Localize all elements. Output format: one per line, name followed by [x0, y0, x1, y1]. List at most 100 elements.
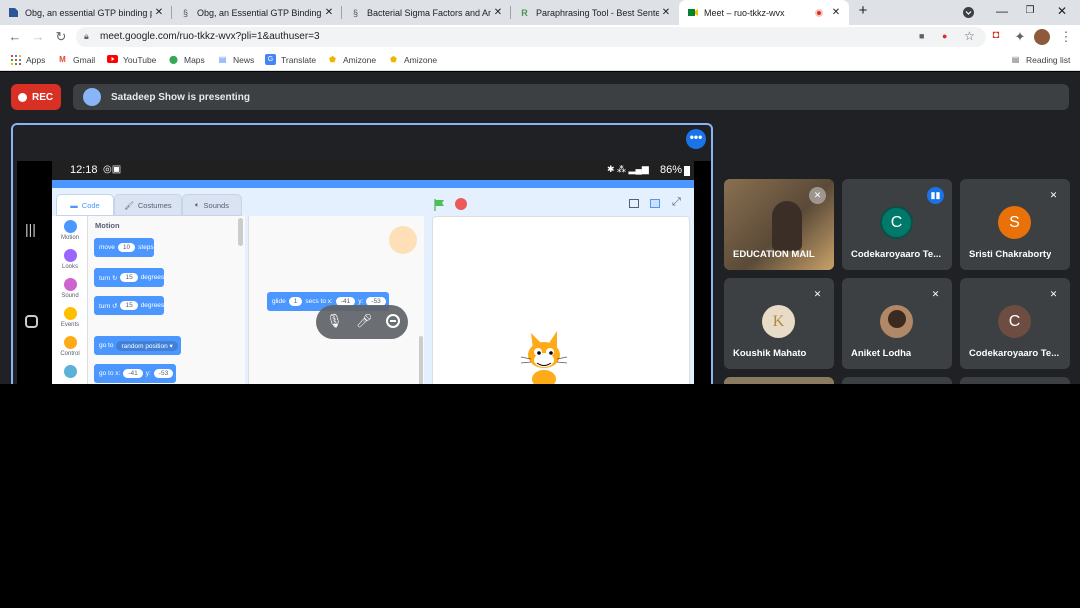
restore-icon[interactable]: ❐: [1020, 5, 1040, 16]
minus-circle-icon[interactable]: [386, 314, 400, 328]
tab-4-active[interactable]: Meet – ruo-tkkz-wvx ✕: [679, 0, 849, 25]
bookmark-maps[interactable]: ⬤ Maps: [168, 54, 205, 65]
scratch-stage[interactable]: [432, 216, 690, 384]
address-bar[interactable]: 🔒︎ meet.google.com/ruo-tkkz-wvx?pli=1&au…: [76, 27, 986, 47]
forward-arrow-icon[interactable]: →: [30, 29, 46, 44]
tab-code[interactable]: ▬ Code: [56, 194, 114, 216]
category-sensing[interactable]: [52, 365, 88, 380]
window-close-icon[interactable]: ✕: [1052, 4, 1072, 18]
category-sound[interactable]: Sound: [52, 278, 88, 299]
phone-screen: ||| 12:18 ◎▣ ✱ ⁂ ▂▄▆ 86% ▬ Code 🖌︎ Costume…: [17, 161, 711, 384]
profile-avatar[interactable]: [1034, 29, 1050, 45]
bookmark-star-icon[interactable]: ☆: [964, 29, 975, 43]
small-stage-icon[interactable]: [629, 199, 639, 208]
participant-tile-education-mail[interactable]: ✕ EDUCATION MAIL: [724, 179, 834, 270]
close-icon[interactable]: ✕: [322, 7, 336, 18]
block-turn-right[interactable]: turn ↻ 15 degrees: [94, 268, 165, 287]
block-go-to-xy[interactable]: go to x: -41 y: -53: [94, 364, 177, 383]
extensions-puzzle-icon[interactable]: ✦: [1012, 29, 1028, 45]
bookmark-gmail[interactable]: M Gmail: [57, 54, 95, 65]
category-list: Motion Looks Sound Events Control: [52, 216, 88, 384]
tab-search-chevron-icon[interactable]: [958, 7, 978, 20]
scratch-cat-sprite[interactable]: [519, 327, 571, 384]
category-control[interactable]: Control: [52, 336, 88, 357]
tab-0[interactable]: Obg, an essential GTP binding p ✕: [0, 0, 172, 25]
participant-tile-sristi[interactable]: S ✕ Sristi Chakraborty: [960, 179, 1070, 270]
category-motion[interactable]: Motion: [52, 220, 88, 241]
bookmark-news[interactable]: ▤ News: [217, 54, 255, 65]
participant-tile-aniket[interactable]: ✕ Aniket Lodha: [842, 278, 952, 369]
block-value[interactable]: 15: [120, 301, 138, 310]
block-value[interactable]: 15: [120, 273, 138, 282]
palette-scrollbar[interactable]: [238, 218, 243, 246]
blank-black-area: [0, 384, 1080, 608]
reload-icon[interactable]: ↻: [53, 29, 69, 45]
pocket-extension-icon[interactable]: ◘: [988, 29, 1004, 41]
mic-icon[interactable]: 🎤︎: [356, 313, 373, 329]
block-value[interactable]: 10: [117, 243, 136, 252]
stop-sign-icon[interactable]: [455, 198, 467, 210]
presenting-banner: Satadeep Show is presenting: [73, 84, 1069, 110]
tab-costumes[interactable]: 🖌︎ Costumes: [114, 194, 182, 216]
participant-tile-codekaroyaaro-1[interactable]: C ▮▮ Codekaroyaaro Te...: [842, 179, 952, 270]
android-recents-icon[interactable]: |||: [25, 221, 36, 237]
workspace-scrollbar[interactable]: [419, 336, 423, 384]
category-events[interactable]: Events: [52, 307, 88, 328]
block-dropdown[interactable]: random position ▾: [116, 340, 178, 351]
close-icon[interactable]: ✕: [829, 7, 843, 18]
quillbot-favicon-icon: R: [521, 7, 528, 18]
participant-tile-koushik[interactable]: K ✕ Koushik Mahato: [724, 278, 834, 369]
block-text: turn ↺: [99, 302, 118, 310]
category-looks[interactable]: Looks: [52, 249, 88, 270]
shared-screen-tile[interactable]: ||| 12:18 ◎▣ ✱ ⁂ ▂▄▆ 86% ▬ Code 🖌︎ Costume…: [11, 123, 713, 384]
participant-silhouette: [772, 201, 802, 251]
new-tab-plus-icon[interactable]: +: [853, 2, 873, 19]
bookmark-amizone-1[interactable]: ⬟ Amizone: [327, 54, 376, 65]
tab-2[interactable]: § Bacterial Sigma Factors and Anti ✕: [342, 0, 511, 25]
tab-1[interactable]: § Obg, an Essential GTP Binding Pr ✕: [172, 0, 342, 25]
minimize-icon[interactable]: —: [992, 4, 1012, 18]
back-arrow-icon[interactable]: ←: [7, 29, 23, 44]
location-blocked-icon[interactable]: ●: [942, 31, 947, 41]
close-icon[interactable]: ✕: [491, 7, 505, 18]
block-text: go to x:: [99, 370, 121, 377]
translate-icon: G: [265, 54, 276, 65]
phone-time: 12:18: [70, 164, 98, 176]
mic-off-icon[interactable]: 🎙︎: [326, 313, 343, 329]
block-palette: Motion move 10 steps turn ↻ 15 degrees turn …: [88, 216, 245, 384]
participant-tile-codekaroyaaro-2[interactable]: C ✕ Codekaroyaaro Te...: [960, 278, 1070, 369]
participant-tile-partial[interactable]: [960, 377, 1070, 384]
url-text[interactable]: meet.google.com/ruo-tkkz-wvx?pli=1&authu…: [100, 31, 320, 42]
block-value[interactable]: -53: [153, 369, 174, 378]
block-value[interactable]: 1: [288, 297, 303, 306]
reading-list-button[interactable]: ▤ Reading list: [1010, 54, 1071, 65]
fullscreen-icon[interactable]: ⤢: [672, 196, 681, 209]
participant-name: Sristi Chakraborty: [969, 249, 1052, 260]
navigation-bar: ← → ↻ 🔒︎ meet.google.com/ruo-tkkz-wvx?pl…: [0, 25, 1080, 49]
bookmark-apps[interactable]: Apps: [10, 54, 45, 65]
more-options-icon[interactable]: •••: [686, 129, 706, 149]
green-flag-icon[interactable]: [434, 198, 445, 211]
normal-stage-icon[interactable]: [650, 199, 660, 208]
participant-tile-partial[interactable]: [724, 377, 834, 384]
bookmark-youtube[interactable]: YouTube: [107, 54, 156, 65]
block-go-to-random[interactable]: go to random position ▾: [94, 336, 181, 355]
bookmark-amizone-2[interactable]: ⬟ Amizone: [388, 54, 437, 65]
tab-3[interactable]: R Paraphrasing Tool - Best Sentenc ✕: [511, 0, 679, 25]
lock-icon[interactable]: 🔒︎: [84, 31, 89, 42]
participant-tile-partial[interactable]: [842, 377, 952, 384]
bookmark-translate[interactable]: G Translate: [265, 54, 316, 65]
block-value[interactable]: -41: [123, 369, 143, 378]
camera-icon[interactable]: ■: [919, 31, 924, 41]
category-label: Events: [60, 322, 80, 328]
menu-kebab-icon[interactable]: ⋮: [1058, 29, 1074, 45]
close-icon[interactable]: ✕: [152, 7, 166, 18]
block-turn-left[interactable]: turn ↺ 15 degrees: [94, 296, 165, 315]
script-workspace[interactable]: glide 1 secs to x: -41 y: -53: [248, 216, 424, 384]
android-home-icon[interactable]: [25, 315, 38, 328]
block-move-steps[interactable]: move 10 steps: [94, 238, 154, 257]
tab-sounds[interactable]: 🔈︎ Sounds: [182, 194, 242, 216]
amizone-icon: ⬟: [329, 55, 336, 64]
participant-name: Koushik Mahato: [733, 348, 807, 359]
close-icon[interactable]: ✕: [659, 7, 673, 18]
